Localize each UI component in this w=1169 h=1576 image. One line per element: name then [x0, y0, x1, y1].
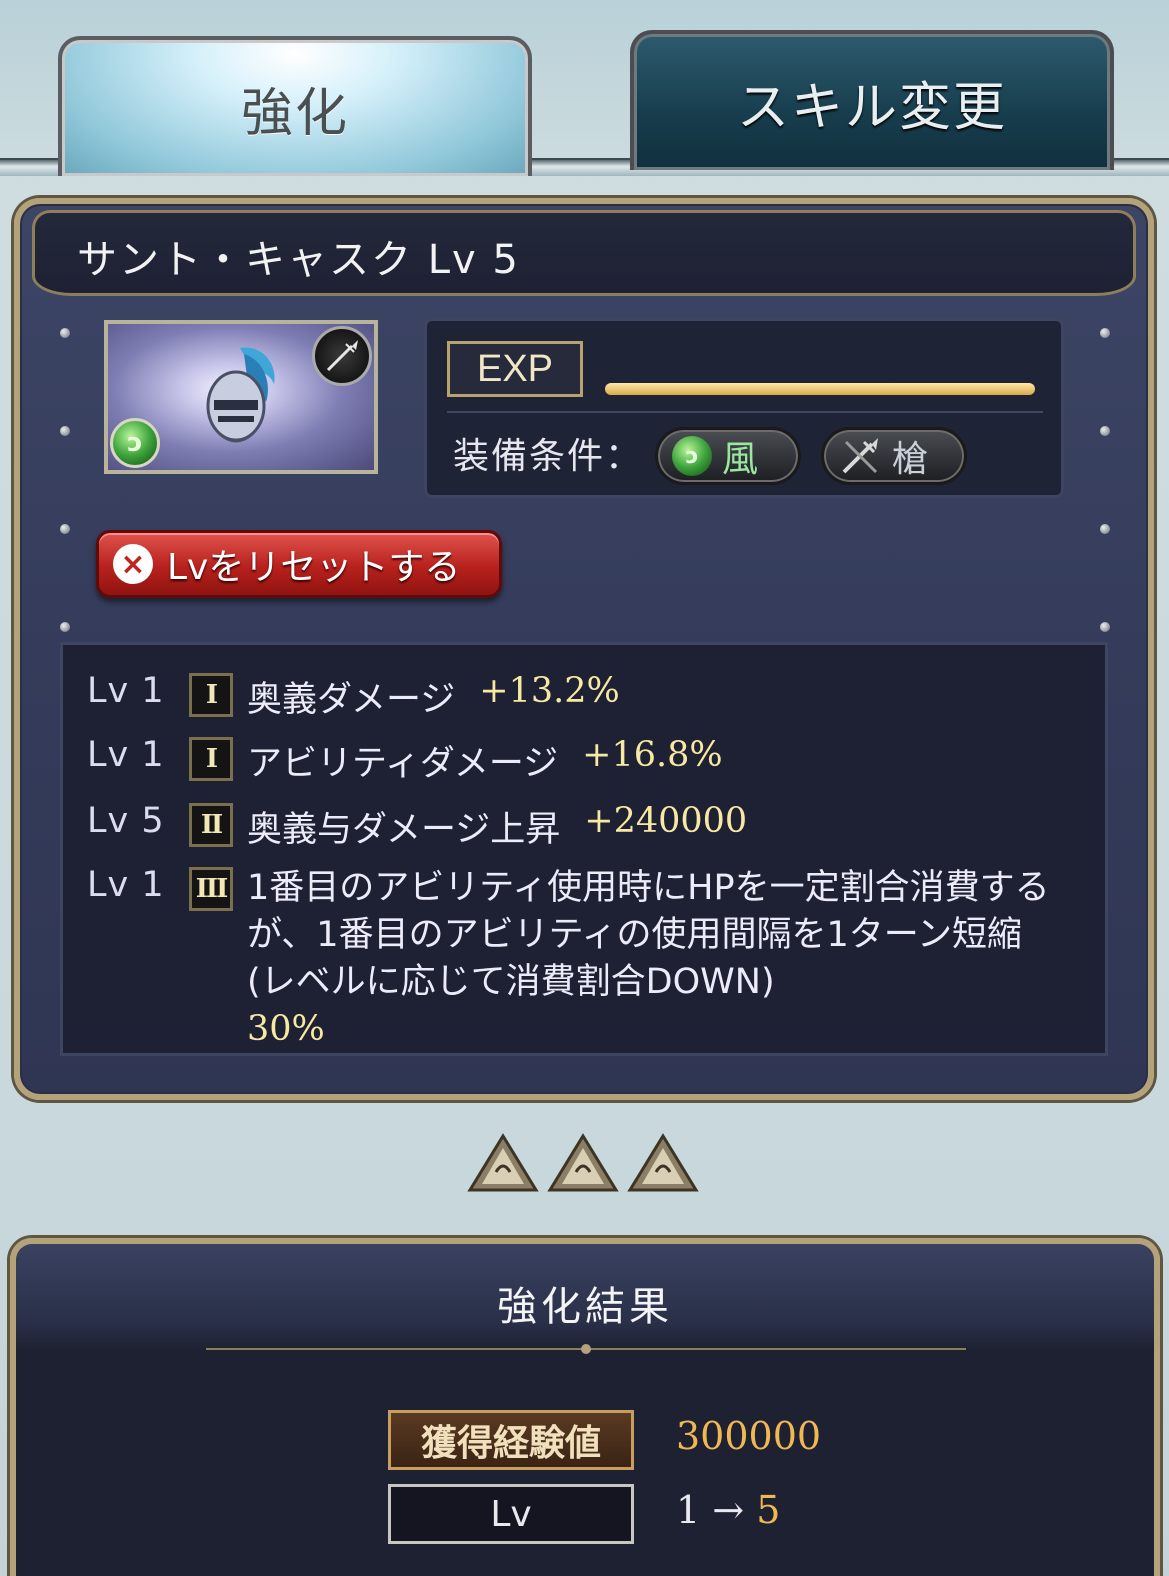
triangle-icon — [467, 1133, 539, 1192]
tab-bar: 強化 スキル変更 — [0, 0, 1169, 185]
arrow-right-icon: → — [712, 1488, 745, 1532]
skill-value: 30% — [247, 1009, 325, 1049]
exp-gained-label: 獲得経験値 — [388, 1410, 634, 1470]
level-to: 5 — [756, 1488, 781, 1532]
triangle-icon — [547, 1133, 619, 1192]
skill-row: Lv 1 I 奥義ダメージ +13.2% — [87, 671, 620, 722]
divider — [447, 411, 1043, 413]
helmet-icon — [206, 347, 275, 443]
skill-level: Lv 1 — [87, 735, 165, 775]
close-icon: × — [113, 544, 153, 584]
skill-name: アビリティダメージ — [247, 744, 559, 784]
rivet — [60, 426, 70, 436]
exp-label: EXP — [447, 341, 583, 397]
tab-skill-change[interactable]: スキル変更 — [630, 30, 1114, 170]
rivet — [60, 622, 70, 632]
item-panel: サント・キャスク Lv 5 ↄ EXP 装備条件： ↄ 風 槍 × Lvをリセッ… — [14, 198, 1154, 1100]
equip-condition-label: 装備条件： — [453, 436, 644, 477]
exp-gained-value: 300000 — [676, 1414, 822, 1458]
element-condition-label: 風 — [722, 439, 759, 480]
spear-icon — [312, 326, 372, 386]
skills-list: Lv 1 I 奥義ダメージ +13.2% Lv 1 I アビリティダメージ +1… — [60, 642, 1108, 1056]
skill-value: +13.2% — [479, 671, 620, 711]
rivet — [1100, 622, 1110, 632]
skill-row: Lv 5 II 奥義与ダメージ上昇 +240000 — [87, 801, 747, 852]
rivet — [1100, 328, 1110, 338]
item-info-box: EXP 装備条件： ↄ 風 槍 — [424, 318, 1064, 498]
skill-name: 1番目のアビリティ使用時にHPを一定割合消費するが、1番目のアビリティの使用間隔… — [247, 868, 1050, 1002]
skill-name: 奥義ダメージ — [247, 680, 456, 720]
reset-level-button[interactable]: × Lvをリセットする — [96, 530, 502, 598]
weapon-condition-badge: 槍 — [821, 427, 967, 485]
spear-icon — [842, 438, 878, 474]
rivet — [60, 524, 70, 534]
tab-enhance-label: 強化 — [240, 83, 349, 144]
result-panel: 強化結果 獲得経験値 300000 Lv 1 → 5 — [10, 1238, 1160, 1576]
result-title: 強化結果 — [497, 1284, 673, 1330]
rank-badge: II — [189, 803, 233, 847]
skill-value: +16.8% — [582, 735, 723, 775]
tab-enhance[interactable]: 強化 — [58, 36, 532, 176]
rivet — [1100, 524, 1110, 534]
skill-row: Lv 1 I アビリティダメージ +16.8% — [87, 735, 723, 786]
rank-badge: I — [189, 673, 233, 717]
level-label: Lv — [388, 1484, 634, 1544]
item-thumbnail[interactable]: ↄ — [104, 320, 378, 474]
skill-value: +240000 — [584, 801, 748, 841]
skill-level: Lv 1 — [87, 671, 165, 711]
item-header: サント・キャスク Lv 5 — [32, 210, 1136, 296]
wind-element-icon: ↄ — [672, 436, 712, 476]
rivet — [1100, 426, 1110, 436]
skill-level: Lv 1 — [87, 865, 165, 905]
weapon-condition-label: 槍 — [892, 439, 929, 480]
skill-description: 1番目のアビリティ使用時にHPを一定割合消費するが、1番目のアビリティの使用間隔… — [247, 865, 1067, 1053]
exp-progress-bar — [605, 383, 1035, 395]
element-condition-badge: ↄ 風 — [655, 427, 801, 485]
item-title: サント・キャスク Lv 5 — [77, 237, 520, 283]
rank-badge: III — [189, 867, 233, 911]
skill-row: Lv 1 III 1番目のアビリティ使用時にHPを一定割合消費するが、1番目のア… — [87, 865, 1067, 1053]
level-from: 1 — [676, 1488, 701, 1532]
skill-name: 奥義与ダメージ上昇 — [247, 810, 561, 850]
ornament-divider — [206, 1344, 966, 1354]
triangle-icon — [627, 1133, 699, 1192]
rivet — [60, 328, 70, 338]
level-change: 1 → 5 — [676, 1488, 780, 1532]
rank-badge: I — [189, 737, 233, 781]
wind-element-icon: ↄ — [110, 418, 160, 468]
skill-level: Lv 5 — [87, 801, 165, 841]
down-arrows — [466, 1132, 700, 1198]
tab-skill-change-label: スキル変更 — [736, 77, 1007, 138]
reset-level-label: Lvをリセットする — [167, 547, 461, 588]
